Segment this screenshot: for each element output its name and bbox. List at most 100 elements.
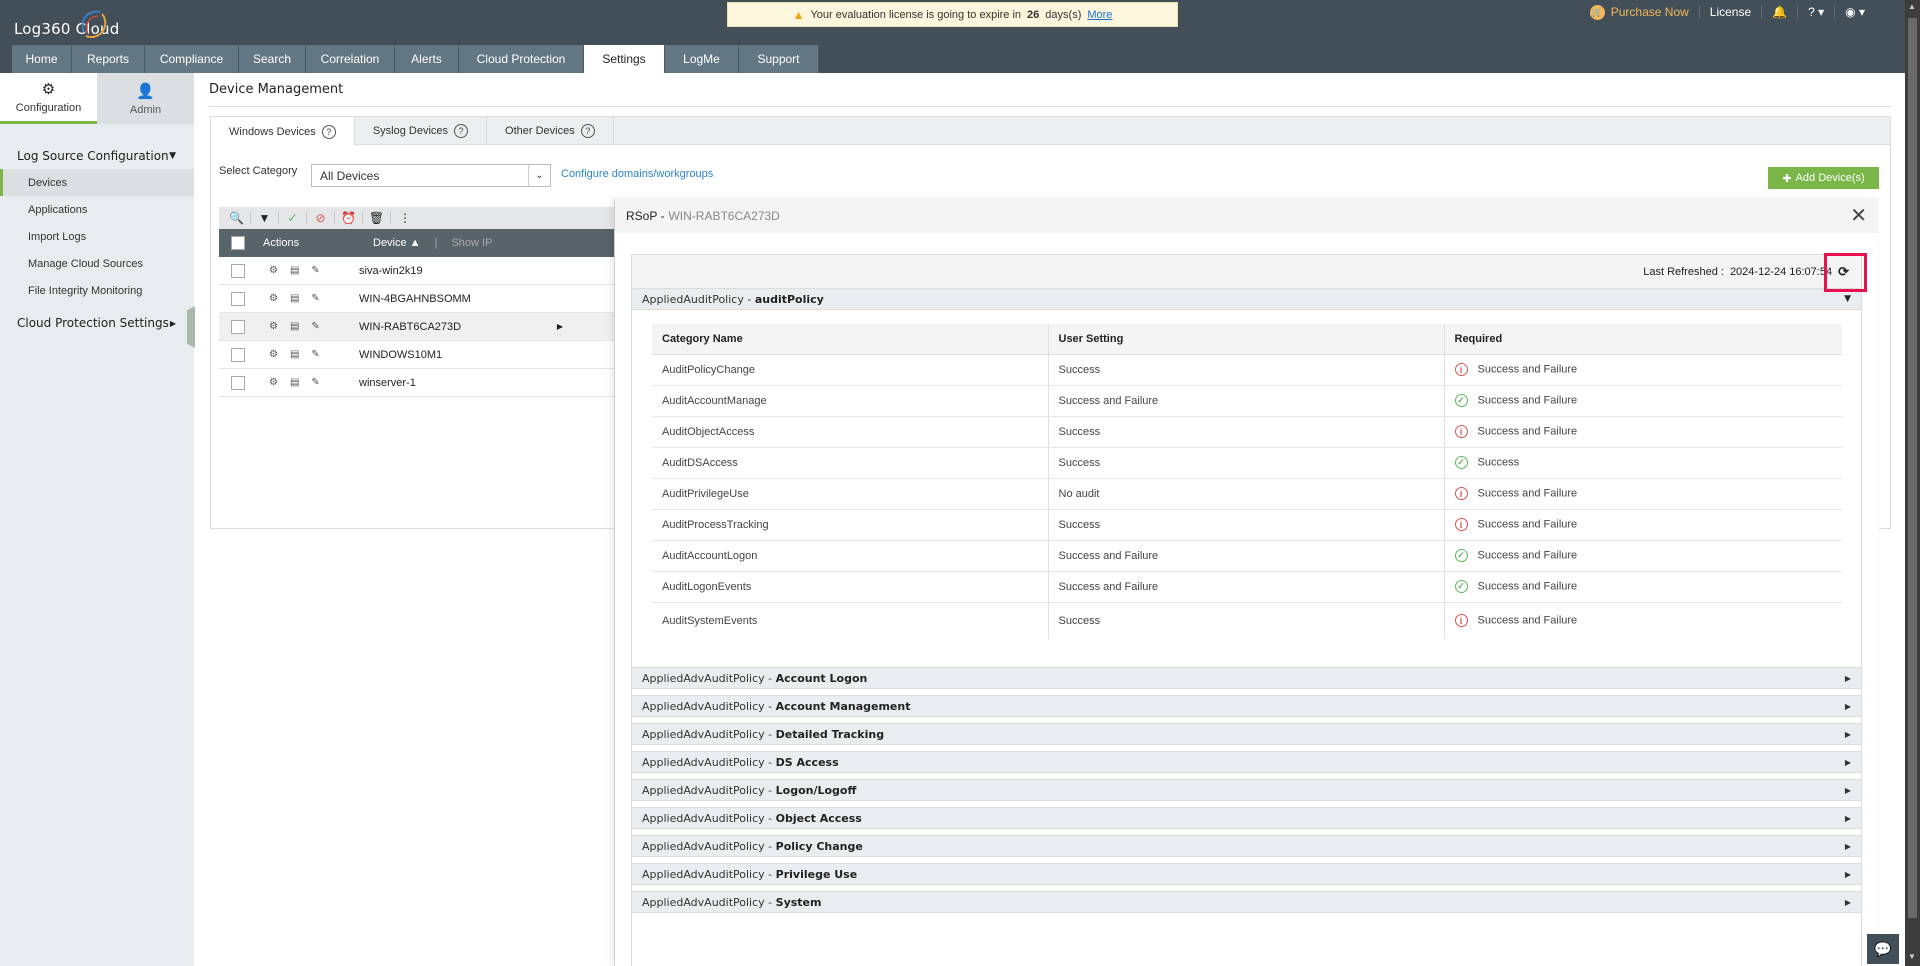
check-circle-icon: ✓ [1454, 580, 1468, 593]
license-link[interactable]: License [1710, 5, 1751, 19]
category-select[interactable]: All Devices ⌄ [311, 164, 551, 187]
sidebar-item-manage-cloud-sources[interactable]: Manage Cloud Sources [0, 250, 194, 277]
add-devices-button[interactable]: ✚ Add Device(s) [1768, 167, 1879, 189]
nav-tab-reports[interactable]: Reports [72, 45, 145, 73]
device-row[interactable]: ⚙ ▤ ✎ winserver-1 [219, 369, 619, 397]
user-setting: Success and Failure [1048, 571, 1445, 603]
delete-icon[interactable]: 🗑 [363, 211, 391, 225]
plus-icon: ✚ [1782, 172, 1792, 185]
sidebar-tab-admin[interactable]: 👤 Admin [97, 73, 194, 124]
nav-tab-home[interactable]: Home [12, 45, 72, 73]
accordion-adv-audit-policy[interactable]: AppliedAdvAuditPolicy - Policy Change ▶ [632, 835, 1861, 857]
filter-icon[interactable]: ▼ [251, 211, 279, 225]
category-name: AuditLogonEvents [652, 571, 1049, 603]
required-setting: i Success and Failure [1444, 602, 1842, 639]
user-setting: Success [1048, 416, 1445, 448]
category-name: AuditDSAccess [652, 447, 1049, 479]
report-icon: ▤ [289, 265, 300, 276]
check-circle-icon: ✓ [1454, 394, 1468, 407]
accordion-adv-audit-policy[interactable]: AppliedAdvAuditPolicy - Detailed Trackin… [632, 723, 1861, 745]
required-setting: ✓ Success and Failure [1444, 385, 1842, 417]
nav-tab-alerts[interactable]: Alerts [395, 45, 459, 73]
audit-policy-row: AuditObjectAccess Success i Success and F… [652, 416, 1842, 448]
main-nav: Home Reports Compliance Search Correlati… [12, 45, 819, 73]
more-link[interactable]: More [1087, 9, 1112, 21]
edit-icon: ✎ [311, 377, 320, 388]
scrollbar-thumb[interactable] [1908, 18, 1917, 918]
purchase-now-link[interactable]: 🛒 Purchase Now [1589, 4, 1689, 20]
required-setting: i Success and Failure [1444, 478, 1842, 510]
device-row[interactable]: ⚙ ▤ ✎ siva-win2k19 [219, 257, 619, 285]
required-setting: i Success and Failure [1444, 354, 1842, 386]
device-column-sort[interactable]: Device ▲ [373, 237, 421, 249]
info-circle-icon: i [1454, 518, 1468, 531]
required-setting: ✓ Success and Failure [1444, 571, 1842, 603]
tab-syslog-devices[interactable]: Syslog Devices? [355, 117, 488, 145]
edit-icon: ✎ [311, 265, 320, 276]
adv-audit-policy-list: AppliedAdvAuditPolicy - Account Logon ▶ Ap… [632, 667, 1861, 913]
page-scrollbar[interactable]: ▲ ▼ [1905, 0, 1920, 966]
accordion-adv-audit-policy[interactable]: AppliedAdvAuditPolicy - Privilege Use ▶ [632, 863, 1861, 885]
sidebar-item-import-logs[interactable]: Import Logs [0, 223, 194, 250]
user-avatar-menu[interactable]: ◉ ▾ [1845, 5, 1865, 19]
caret-right-icon: ▶ [1844, 673, 1851, 683]
edit-icon: ✎ [311, 293, 320, 304]
audit-policy-row: AuditLogonEvents Success and Failure ✓ Su… [652, 571, 1842, 603]
accordion-adv-audit-policy[interactable]: AppliedAdvAuditPolicy - System ▶ [632, 891, 1861, 913]
accordion-adv-audit-policy[interactable]: AppliedAdvAuditPolicy - Object Access ▶ [632, 807, 1861, 829]
user-setting: Success [1048, 509, 1445, 541]
tab-other-devices[interactable]: Other Devices? [487, 117, 614, 145]
accordion-adv-audit-policy[interactable]: AppliedAdvAuditPolicy - Logon/Logoff ▶ [632, 779, 1861, 801]
close-icon[interactable]: ✕ [1850, 206, 1867, 226]
chevron-down-icon: ⌄ [528, 165, 550, 186]
nav-tab-logme[interactable]: LogMe [665, 45, 739, 73]
category-name: AuditPrivilegeUse [652, 478, 1049, 510]
disable-icon[interactable]: ⊘ [307, 211, 335, 225]
configure-domains-link[interactable]: Configure domains/workgroups [561, 168, 713, 180]
user-setting: Success [1048, 602, 1445, 639]
report-icon: ▤ [289, 321, 300, 332]
device-row[interactable]: ⚙ ▤ ✎ WIN-RABT6CA273D ▶ [219, 313, 619, 341]
device-row[interactable]: ⚙ ▤ ✎ WIN-4BGAHNBSOMM [219, 285, 619, 313]
search-icon[interactable]: 🔍 [223, 211, 251, 225]
accordion-adv-audit-policy[interactable]: AppliedAdvAuditPolicy - Account Logon ▶ [632, 667, 1861, 689]
nav-tab-search[interactable]: Search [239, 45, 306, 73]
select-all-checkbox[interactable] [231, 236, 245, 250]
caret-down-icon: ▼ [1844, 294, 1851, 304]
rsop-header: RSoP - WIN-RABT6CA273D [615, 199, 1879, 233]
refresh-bar: Last Refreshed : 2024-12-24 16:07:54 ⟳ [632, 253, 1867, 292]
sidebar-tab-configuration[interactable]: ⚙ Configuration [0, 73, 97, 124]
help-icon: ? [321, 124, 336, 139]
category-name: AuditAccountManage [652, 385, 1049, 417]
warning-icon: ▲ [792, 7, 805, 22]
help-menu[interactable]: ? ▾ [1808, 5, 1824, 19]
show-ip-toggle[interactable]: Show IP [451, 237, 492, 249]
caret-right-icon: ▶ [1844, 869, 1851, 879]
accordion-adv-audit-policy[interactable]: AppliedAdvAuditPolicy - Account Manageme… [632, 695, 1861, 717]
sidebar-item-file-integrity-monitoring[interactable]: File Integrity Monitoring [0, 277, 194, 304]
sidebar-item-applications[interactable]: Applications [0, 196, 194, 223]
caret-down-icon: ▼ [169, 151, 176, 161]
accordion-audit-policy[interactable]: AppliedAuditPolicy - auditPolicy ▼ [632, 288, 1861, 310]
chat-icon[interactable]: 💬 [1867, 934, 1899, 964]
more-options-icon[interactable]: ⋮ [391, 211, 419, 225]
bell-icon[interactable]: 🔔 [1772, 5, 1787, 19]
nav-tab-cloud-protection[interactable]: Cloud Protection [459, 45, 584, 73]
tab-windows-devices[interactable]: Windows Devices? [211, 117, 355, 146]
device-row[interactable]: ⚙ ▤ ✎ WINDOWS10M1 [219, 341, 619, 369]
section-log-source-configuration[interactable]: Log Source Configuration ▼ [0, 143, 194, 169]
audit-policy-row: AuditPolicyChange Success i Success and F… [652, 354, 1842, 386]
enable-icon[interactable]: ✓ [279, 211, 307, 225]
audit-policy-row: AuditPrivilegeUse No audit i Success and … [652, 478, 1842, 510]
accordion-adv-audit-policy[interactable]: AppliedAdvAuditPolicy - DS Access ▶ [632, 751, 1861, 773]
nav-tab-correlation[interactable]: Correlation [306, 45, 395, 73]
nav-tab-compliance[interactable]: Compliance [145, 45, 239, 73]
section-cloud-protection-settings[interactable]: Cloud Protection Settings ▶ [0, 310, 194, 336]
nav-tab-settings[interactable]: Settings [584, 45, 665, 73]
schedule-icon[interactable]: ⏰ [335, 211, 363, 225]
user-setting: Success [1048, 354, 1445, 386]
audit-policy-row: AuditAccountLogon Success and Failure ✓ S… [652, 540, 1842, 572]
sidebar-item-devices[interactable]: Devices [0, 169, 194, 196]
select-category-label: Select Category [219, 165, 298, 177]
nav-tab-support[interactable]: Support [739, 45, 819, 73]
